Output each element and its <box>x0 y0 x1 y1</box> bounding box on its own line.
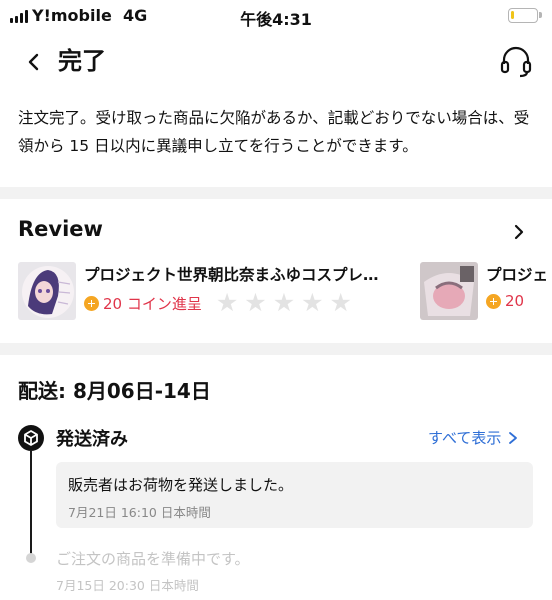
tracking-event-text: 販売者はお荷物を発送しました。 <box>68 476 294 494</box>
tracking-event-card: 販売者はお荷物を発送しました。 7月21日 16:10 日本時間 <box>56 462 533 528</box>
order-complete-notice: 注文完了。受け取った商品に欠陥があるか、記載どおりでない場合は、受領から 15 … <box>18 109 530 155</box>
review-section-title: Review <box>18 217 103 241</box>
coin-reward-text: 20 <box>505 292 525 310</box>
product-name: プロジェクト世界朝比奈まふゆコスプレ… <box>84 266 379 284</box>
product-thumbnail <box>18 262 76 320</box>
review-more-button[interactable] <box>506 219 532 245</box>
customer-support-button[interactable] <box>498 46 534 78</box>
star-icon[interactable]: ★ <box>301 290 323 315</box>
chevron-right-icon <box>509 431 518 444</box>
review-item-card[interactable]: プロジェクト世界朝比奈まふゆコスプレ… 20 コイン進呈 ★ ★ ★ ★ ★ <box>18 262 418 322</box>
shipping-status-label: 発送済み <box>56 429 128 450</box>
chevron-left-icon <box>28 53 39 71</box>
coin-reward: 20 <box>486 292 524 310</box>
tracking-event-text: ご注文の商品を準備中です。 <box>56 550 250 568</box>
product-thumbnail <box>420 262 478 320</box>
timeline-dot <box>26 553 36 563</box>
star-icon[interactable]: ★ <box>216 290 238 315</box>
coin-reward-text: 20 コイン進呈 <box>103 294 202 313</box>
delivery-date-title: 配送: 8月06日-14日 <box>18 379 211 403</box>
tracking-event-time: 7月15日 20:30 日本時間 <box>56 578 199 593</box>
timeline-line <box>30 451 32 556</box>
package-icon <box>18 425 44 451</box>
product-name: プロジェ <box>486 266 549 284</box>
view-all-link[interactable]: すべて表示 <box>428 427 519 448</box>
star-icon[interactable]: ★ <box>273 290 295 315</box>
review-item-card[interactable]: プロジェ 20 <box>420 262 552 322</box>
coin-plus-icon <box>486 293 501 309</box>
headset-icon <box>500 46 532 78</box>
star-rating[interactable]: ★ ★ ★ ★ ★ <box>216 290 352 315</box>
chevron-right-icon <box>514 224 524 240</box>
status-time: 午後4:31 <box>240 10 312 29</box>
section-divider <box>0 343 552 355</box>
star-icon[interactable]: ★ <box>330 290 352 315</box>
battery-icon <box>508 8 542 23</box>
view-all-label: すべて表示 <box>428 429 502 447</box>
coin-reward: 20 コイン進呈 ★ ★ ★ ★ ★ <box>84 290 352 315</box>
section-divider <box>0 187 552 199</box>
page-title: 完了 <box>58 47 106 75</box>
back-button[interactable] <box>20 48 48 76</box>
header: 完了 <box>0 40 552 84</box>
coin-plus-icon <box>84 295 99 311</box>
status-bar: Y!mobile 4G 午後4:31 <box>0 0 552 34</box>
tracking-event-time: 7月21日 16:10 日本時間 <box>68 505 211 520</box>
star-icon[interactable]: ★ <box>244 290 266 315</box>
